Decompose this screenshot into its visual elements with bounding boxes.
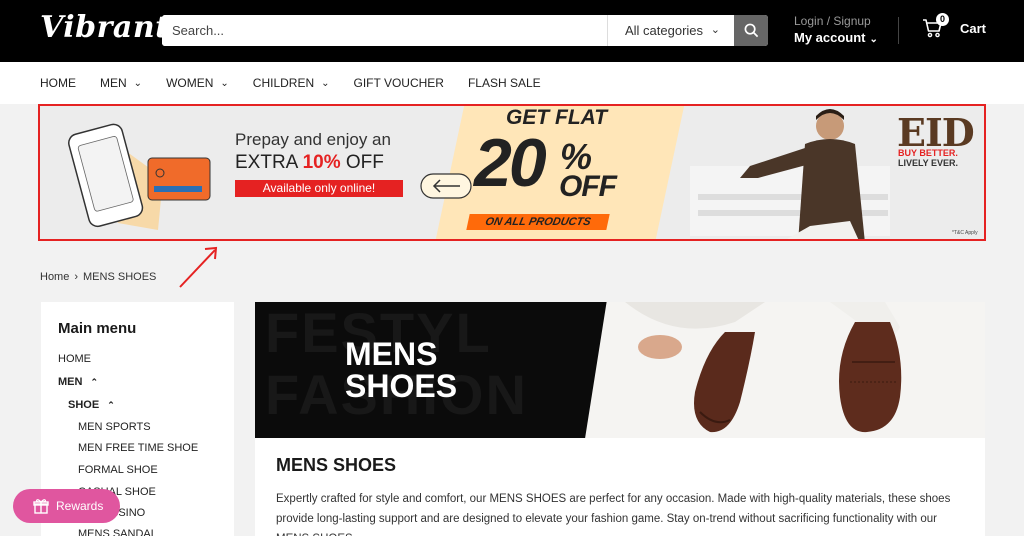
rewards-label: Rewards — [56, 499, 104, 513]
cart-button[interactable]: 0 Cart — [922, 13, 987, 39]
breadcrumb: Home › MENS SHOES — [40, 271, 156, 283]
nav-item-label: CHILDREN — [252, 76, 315, 90]
chevron-down-icon: ⌄ — [321, 77, 330, 89]
sidebar-item-men[interactable]: MEN ⌃ — [58, 376, 98, 388]
sidebar-item-home[interactable]: HOME — [58, 353, 91, 365]
main-nav: HOME MEN ⌄ WOMEN ⌄ CHILDREN ⌄ GIFT VOUCHER … — [0, 62, 1024, 104]
banner-prepay-text: Prepay and enjoy an — [235, 130, 391, 149]
banner-extra-text: EXTRA 10% OFF — [235, 152, 384, 174]
category-select[interactable]: All categories ⌄ — [607, 15, 734, 46]
nav-item-label: MEN — [100, 76, 127, 90]
gift-icon — [33, 499, 49, 514]
arrow-left-icon — [420, 173, 472, 199]
breadcrumb-home-link[interactable]: Home — [40, 271, 69, 283]
model-illustration — [690, 109, 890, 239]
nav-item-label: GIFT VOUCHER — [353, 76, 444, 90]
my-account-label: My account — [794, 30, 866, 45]
nav-item-label: FLASH SALE — [467, 76, 541, 90]
nav-item-label: HOME — [40, 76, 76, 90]
banner-extra-suffix: OFF — [345, 152, 384, 173]
nav-item-flash-sale[interactable]: FLASH SALE — [468, 76, 541, 90]
shoes-illustration — [625, 302, 902, 433]
sidebar-item-label: FORMAL SHOE — [78, 464, 158, 476]
search-button[interactable] — [734, 15, 768, 46]
nav-item-gift-voucher[interactable]: GIFT VOUCHER — [354, 76, 444, 90]
hero-shoes-photo — [585, 302, 985, 438]
sidebar-item-label: MEN FREE TIME SHOE — [78, 442, 199, 454]
banner-buy-better: BUY BETTER. — [898, 148, 958, 158]
hero-dark-panel: FESTYL FASHION MENS SHOES — [255, 302, 585, 438]
breadcrumb-current: MENS SHOES — [83, 271, 157, 283]
annotation-arrow-icon — [179, 246, 218, 288]
category-title: MENS SHOES — [276, 455, 397, 475]
sidebar-item-men-sports[interactable]: MEN SPORTS — [78, 421, 151, 433]
sidebar-title: Main menu — [58, 320, 137, 337]
sidebar-item-label: MEN — [58, 376, 83, 388]
banner-lively-ever: LIVELY EVER. — [898, 158, 959, 168]
chevron-down-icon: ⌄ — [869, 34, 878, 45]
site-logo[interactable]: Vibrant — [40, 10, 170, 45]
chevron-down-icon: ⌄ — [220, 77, 229, 89]
chevron-up-icon: ⌃ — [107, 399, 115, 410]
banner-off: OFF — [559, 170, 617, 203]
phone-card-illustration — [68, 123, 211, 230]
banner-discount-number: 20 — [474, 125, 547, 201]
sidebar-item-shoe[interactable]: SHOE ⌃ — [68, 399, 115, 411]
sidebar-item-mens-sandal[interactable]: MENS SANDAL — [78, 528, 157, 536]
rewards-button[interactable]: Rewards — [13, 489, 120, 523]
cart-count-badge: 0 — [936, 13, 949, 26]
sidebar-item-label: HOME — [58, 353, 91, 365]
breadcrumb-separator-icon: › — [74, 271, 79, 283]
sidebar-item-formal-shoe[interactable]: FORMAL SHOE — [78, 464, 158, 476]
banner-extra-pct: 10% — [302, 152, 341, 173]
sidebar-item-men-free-time-shoe[interactable]: MEN FREE TIME SHOE — [78, 442, 198, 454]
banner-all-products: ON ALL PRODUCTS — [466, 214, 610, 230]
category-description-card: MENS SHOES Expertly crafted for style an… — [255, 438, 985, 536]
banner-online-tag: Available only online! — [235, 180, 403, 197]
category-select-label: All categories — [625, 23, 704, 38]
category-hero-banner: FESTYL FASHION MENS SHOES — [255, 302, 985, 438]
promo-banner[interactable]: Prepay and enjoy an EXTRA 10% OFF Availa… — [38, 104, 986, 241]
category-description: Expertly crafted for style and comfort, … — [276, 493, 951, 536]
banner-tnc: *T&C Apply — [952, 230, 978, 236]
nav-item-label: WOMEN — [166, 76, 214, 90]
chevron-down-icon: ⌄ — [133, 77, 143, 89]
search-icon — [744, 23, 758, 38]
nav-item-men[interactable]: MEN ⌄ — [100, 76, 142, 90]
hero-title-line: MENS — [345, 336, 438, 372]
banner-extra-prefix: EXTRA — [235, 152, 298, 173]
sidebar-item-label: SHOE — [68, 399, 100, 411]
nav-item-home[interactable]: HOME — [40, 76, 76, 90]
search-input[interactable] — [162, 15, 607, 46]
nav-item-women[interactable]: WOMEN ⌄ — [166, 76, 229, 90]
cart-icon: 0 — [922, 13, 949, 39]
account-menu[interactable]: Login / Signup My account ⌄ — [794, 14, 878, 45]
login-signup-link[interactable]: Login / Signup — [794, 14, 878, 28]
hero-title: MENS SHOES — [345, 338, 457, 402]
nav-item-children[interactable]: CHILDREN ⌄ — [253, 76, 330, 90]
hero-title-line: SHOES — [345, 368, 458, 404]
my-account-dropdown[interactable]: My account ⌄ — [794, 30, 878, 45]
cart-label: Cart — [960, 20, 987, 36]
sidebar-item-label: MEN SPORTS — [78, 421, 151, 433]
chevron-up-icon: ⌃ — [90, 376, 98, 387]
top-header: Vibrant All categories ⌄ Login / Signup … — [0, 0, 1024, 62]
sidebar-item-label: MENS SANDAL — [78, 528, 157, 536]
header-divider — [898, 17, 899, 44]
search-bar: All categories ⌄ — [162, 15, 768, 46]
chevron-down-icon: ⌄ — [710, 24, 720, 36]
